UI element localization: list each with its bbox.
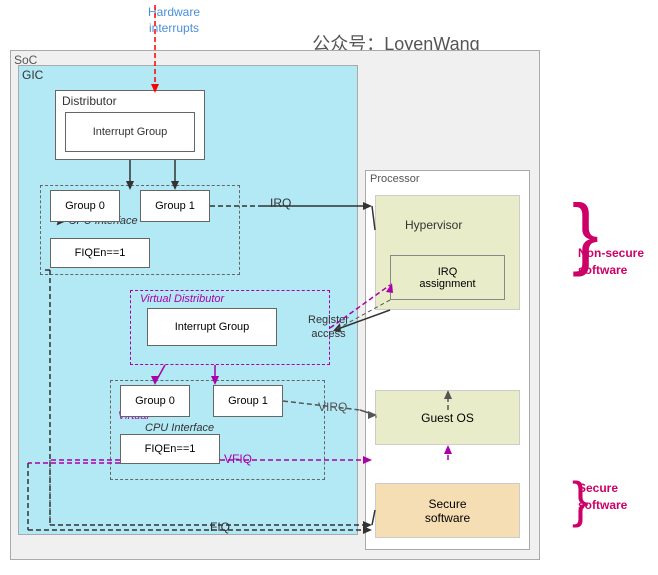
secure-software-label: Secure software	[578, 480, 627, 514]
processor-label: Processor	[370, 173, 420, 185]
interrupt-group-box: Interrupt Group	[65, 112, 195, 152]
fiqen-box: FIQEn==1	[50, 238, 150, 268]
virq-label: VIRQ	[318, 400, 347, 414]
secure-software-box: Secure software	[375, 483, 520, 538]
hw-interrupts-label: Hardware interrupts	[148, 5, 200, 36]
group0-box: Group 0	[50, 190, 120, 222]
distributor-label: Distributor	[62, 94, 117, 108]
register-access-label: Register access	[308, 313, 349, 342]
irq-assignment-box: IRQ assignment	[390, 255, 505, 300]
vgroup0-box: Group 0	[120, 385, 190, 417]
gic-label: GIC	[22, 68, 43, 82]
vfiq-label: VFIQ	[224, 452, 252, 466]
vgroup1-box: Group 1	[213, 385, 283, 417]
group1-box: Group 1	[140, 190, 210, 222]
irq-label: IRQ	[270, 196, 291, 210]
non-secure-software-label: Non-secure software	[578, 245, 644, 279]
fiq-label: FIQ	[210, 520, 230, 534]
vcpu-cpu-interface-label: CPU Interface	[145, 422, 214, 434]
hypervisor-label: Hypervisor	[405, 218, 462, 232]
virtual-interrupt-group: Interrupt Group	[147, 308, 277, 346]
virtual-distributor-label: Virtual Distributor	[140, 293, 224, 305]
diagram-container: 公众号：LoyenWang Hardware interrupts SoC GI…	[0, 0, 658, 575]
vfiqen-box: FIQEn==1	[120, 434, 220, 464]
guest-os-box: Guest OS	[375, 390, 520, 445]
